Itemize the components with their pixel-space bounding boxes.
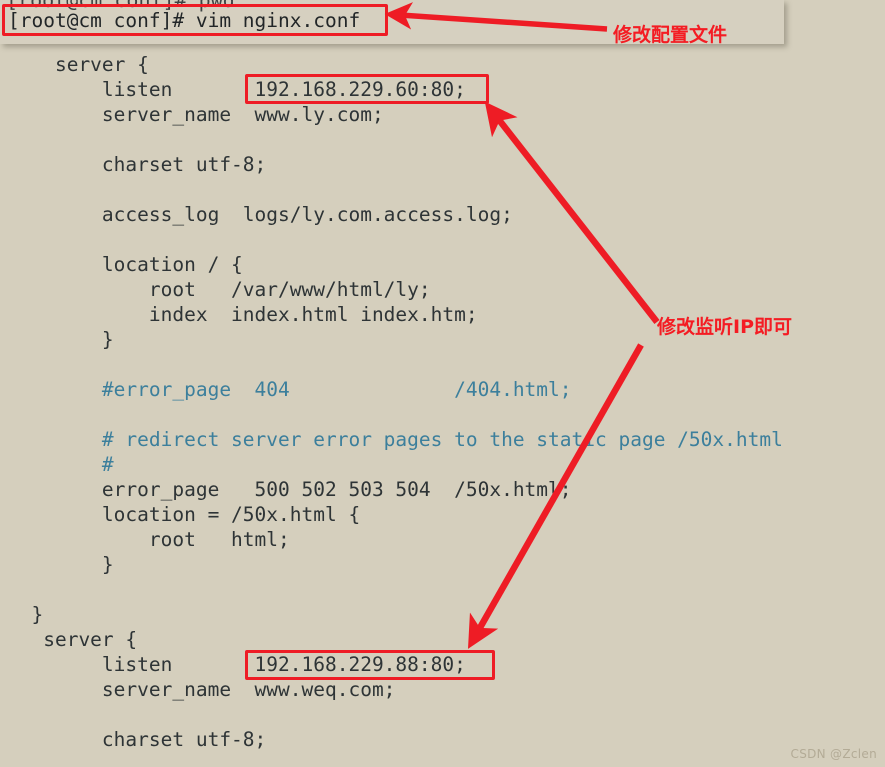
- code-line: root html;: [8, 528, 290, 551]
- code-line: }: [8, 603, 44, 626]
- code-line: error_page 500 502 503 504 /50x.html;: [8, 478, 572, 501]
- code-line: access_log logs/ly.com.access.log;: [8, 203, 513, 226]
- annotation-label-change-listen-ip: 修改监听IP即可: [657, 316, 792, 338]
- nginx-config-code: server { listen 192.168.229.60:80; serve…: [0, 52, 885, 752]
- code-line: server_name www.ly.com;: [8, 103, 384, 126]
- watermark: CSDN @Zclen: [790, 747, 877, 761]
- code-line: charset utf-8;: [8, 153, 267, 176]
- code-line: listen 192.168.229.60:80;: [8, 78, 466, 101]
- code-line: location = /50x.html {: [8, 503, 361, 526]
- code-line: root /var/www/html/ly;: [8, 278, 431, 301]
- code-line: location / {: [8, 253, 243, 276]
- screenshot-canvas: [root@cm conf]# pwd [root@cm conf]# vim …: [0, 0, 885, 767]
- code-line: server {: [8, 53, 149, 76]
- annotation-label-edit-config: 修改配置文件: [613, 24, 728, 46]
- code-line: #error_page 404 /404.html;: [8, 378, 572, 401]
- code-line: server_name www.weq.com;: [8, 678, 396, 701]
- code-line: listen 192.168.229.88:80;: [8, 653, 466, 676]
- code-line: # redirect server error pages to the sta…: [8, 428, 783, 451]
- code-line: charset utf-8;: [8, 728, 267, 751]
- code-line: #: [8, 453, 114, 476]
- code-line: }: [8, 553, 114, 576]
- highlight-box-prompt-command: [2, 4, 388, 36]
- code-line: server {: [8, 628, 138, 651]
